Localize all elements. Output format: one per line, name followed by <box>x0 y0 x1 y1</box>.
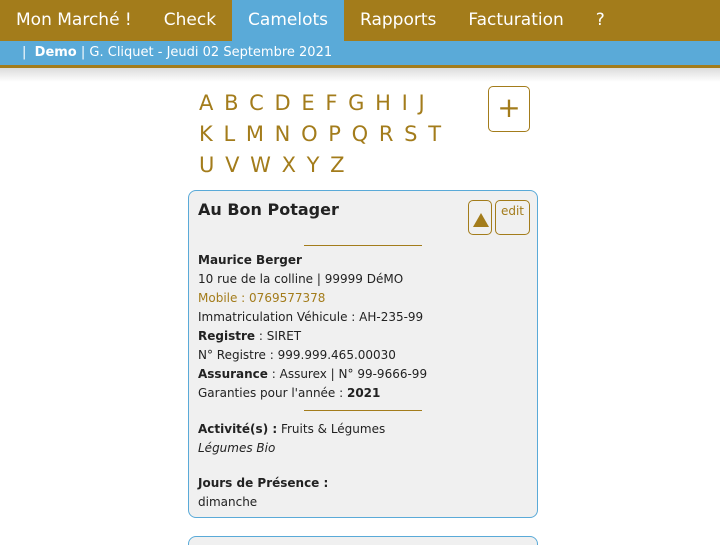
letter-h[interactable]: H <box>375 88 392 119</box>
letter-t[interactable]: T <box>428 119 442 150</box>
move-up-button[interactable] <box>468 200 492 235</box>
nav-item-mon-marche[interactable]: Mon Marché ! <box>0 0 148 41</box>
letter-f[interactable]: F <box>325 88 339 119</box>
letter-i[interactable]: I <box>402 88 410 119</box>
nav-item-camelots[interactable]: Camelots <box>232 0 344 41</box>
letter-s[interactable]: S <box>404 119 419 150</box>
registre-line: Registre : SIRET <box>198 329 302 343</box>
letter-d[interactable]: D <box>275 88 293 119</box>
market-name[interactable]: Demo <box>35 45 77 60</box>
nav-item-help[interactable]: ? <box>580 0 621 41</box>
top-nav: Mon Marché ! Check Camelots Rapports Fac… <box>0 0 720 41</box>
letter-l[interactable]: L <box>223 119 236 150</box>
divider <box>304 245 422 246</box>
letter-n[interactable]: N <box>275 119 292 150</box>
context-separator: | <box>22 45 27 60</box>
letter-y[interactable]: Y <box>307 150 321 181</box>
mobile-line: Mobile : 0769577378 <box>198 290 325 306</box>
activites-sub: Légumes Bio <box>198 441 276 455</box>
alphabet-row-2: K L M N O P Q R S T <box>199 119 459 150</box>
letter-j[interactable]: J <box>418 88 426 119</box>
assurance-line: Assurance : Assurex | N° 99-9666-99 <box>198 367 428 381</box>
context-bar-shadow <box>0 68 720 82</box>
alphabet-row-3: U V W X Y Z <box>199 150 459 181</box>
activites-line: Activité(s) : Fruits & Légumes <box>198 422 386 436</box>
mobile-label: Mobile : <box>198 291 250 305</box>
context-info: | G. Cliquet - Jeudi 02 Septembre 2021 <box>80 45 333 60</box>
letter-x[interactable]: X <box>282 150 298 181</box>
context-bar: | Demo | G. Cliquet - Jeudi 02 Septembre… <box>0 41 720 65</box>
nav-item-check[interactable]: Check <box>148 0 232 41</box>
letter-m[interactable]: M <box>246 119 266 150</box>
letter-k[interactable]: K <box>199 119 214 150</box>
letter-p[interactable]: P <box>328 119 342 150</box>
letter-o[interactable]: O <box>301 119 319 150</box>
letter-q[interactable]: Q <box>352 119 370 150</box>
letter-g[interactable]: G <box>348 88 366 119</box>
letter-w[interactable]: W <box>250 150 272 181</box>
presence-value: dimanche <box>198 495 258 509</box>
letter-e[interactable]: E <box>301 88 316 119</box>
divider <box>304 410 422 411</box>
garanties-line: Garanties pour l'année : 2021 <box>198 386 381 400</box>
alphabet-row-1: A B C D E F G H I J <box>199 88 459 119</box>
registre-number: N° Registre : 999.999.465.00030 <box>198 348 396 362</box>
letter-z[interactable]: Z <box>330 150 346 181</box>
camelot-name: Au Bon Potager <box>198 200 339 219</box>
nav-item-facturation[interactable]: Facturation <box>452 0 579 41</box>
letter-c[interactable]: C <box>249 88 265 119</box>
presence-label: Jours de Présence : <box>198 476 329 490</box>
letter-u[interactable]: U <box>199 150 216 181</box>
owner-name: Maurice Berger <box>198 253 302 267</box>
camelot-card: Au Bon Potager edit Maurice Berger 10 ru… <box>188 190 538 518</box>
letter-v[interactable]: V <box>225 150 241 181</box>
letter-b[interactable]: B <box>224 88 240 119</box>
alphabet-filter: A B C D E F G H I J K L M N O P Q R S T … <box>199 88 459 181</box>
vehicle-registration: Immatriculation Véhicule : AH-235-99 <box>198 310 424 324</box>
letter-a[interactable]: A <box>199 88 215 119</box>
mobile-link[interactable]: 0769577378 <box>249 291 325 305</box>
letter-r[interactable]: R <box>379 119 395 150</box>
camelot-card-next <box>188 536 538 545</box>
nav-item-rapports[interactable]: Rapports <box>344 0 452 41</box>
arrow-up-icon <box>473 213 489 227</box>
address: 10 rue de la colline | 99999 DéMO <box>198 272 404 286</box>
edit-button[interactable]: edit <box>495 200 530 235</box>
add-camelot-button[interactable]: + <box>488 86 530 132</box>
